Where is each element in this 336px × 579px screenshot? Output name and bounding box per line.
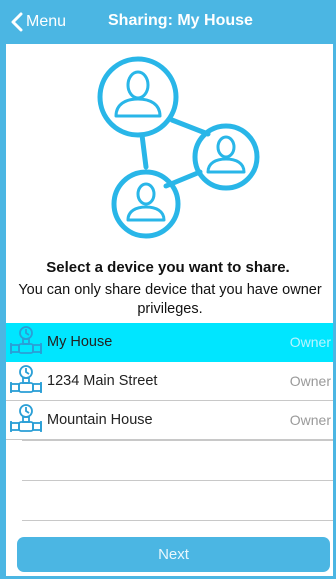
water-valve-icon [6, 364, 46, 398]
back-label: Menu [26, 13, 67, 30]
back-button[interactable]: Menu [10, 10, 66, 34]
list-divider [22, 480, 333, 481]
chevron-left-icon [11, 12, 23, 32]
page-title: Sharing: My House [108, 12, 253, 29]
device-name: My House [47, 334, 113, 350]
select-device-heading: Select a device you want to share. [46, 259, 290, 276]
device-list: My House Owner 1234 Main Street Owner Mo… [6, 323, 333, 440]
device-role: Owner [289, 373, 331, 389]
owner-privileges-note: You can only share device that you have … [18, 282, 322, 317]
next-button[interactable]: Next [17, 537, 330, 572]
water-valve-icon [6, 325, 46, 359]
device-role: Owner [289, 412, 331, 428]
device-role: Owner [289, 334, 331, 350]
shared-users-icon [97, 56, 260, 239]
device-row-my-house[interactable]: My House Owner [6, 323, 333, 362]
device-name: 1234 Main Street [47, 373, 158, 389]
navigation-bar: Menu Sharing: My House [0, 0, 336, 44]
device-row-mountain-house[interactable]: Mountain House Owner [6, 401, 333, 440]
device-name: Mountain House [47, 412, 153, 428]
water-valve-icon [6, 403, 46, 437]
device-row-main-street[interactable]: 1234 Main Street Owner [6, 362, 333, 401]
list-divider [22, 440, 333, 441]
list-divider [22, 520, 333, 521]
